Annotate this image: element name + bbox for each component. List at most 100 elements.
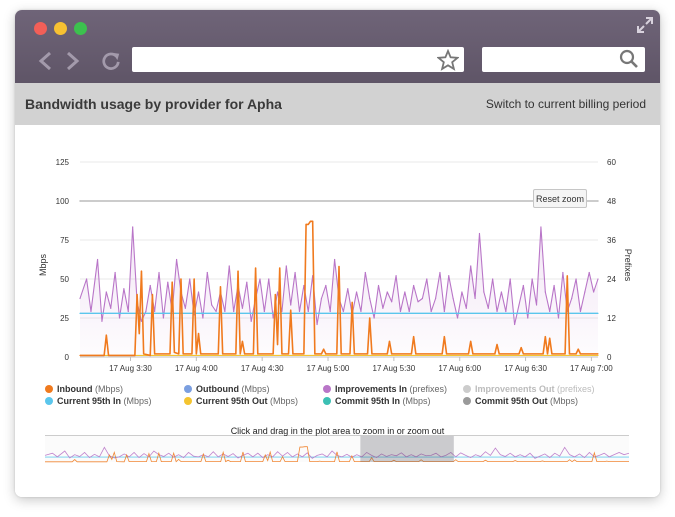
data-point bbox=[382, 307, 384, 309]
switch-billing-period-link[interactable]: Switch to current billing period bbox=[486, 97, 646, 111]
data-point bbox=[540, 226, 542, 228]
data-point bbox=[252, 353, 254, 355]
data-point bbox=[197, 291, 200, 293]
data-point bbox=[136, 294, 138, 296]
maximize-window-button[interactable] bbox=[74, 22, 87, 35]
data-point bbox=[336, 353, 338, 355]
legend-swatch bbox=[323, 397, 331, 405]
data-point bbox=[241, 307, 244, 309]
navigator-selection bbox=[360, 436, 454, 462]
data-point bbox=[366, 353, 369, 355]
data-point bbox=[114, 271, 116, 274]
search-icon[interactable] bbox=[619, 49, 639, 69]
reset-zoom-button[interactable]: Reset zoom bbox=[533, 189, 587, 208]
data-point bbox=[360, 310, 362, 313]
data-point bbox=[597, 354, 599, 357]
data-point bbox=[281, 353, 283, 355]
back-arrow-icon[interactable] bbox=[38, 51, 52, 71]
legend-item-commit-95th-in[interactable]: Commit 95th In (Mbps) bbox=[323, 396, 431, 406]
legend-swatch bbox=[45, 385, 53, 393]
data-point bbox=[290, 309, 292, 311]
data-point bbox=[391, 353, 393, 355]
data-point bbox=[498, 353, 500, 355]
data-point bbox=[535, 304, 538, 306]
data-point bbox=[531, 278, 533, 280]
forward-arrow-icon[interactable] bbox=[66, 51, 80, 71]
data-point bbox=[371, 353, 373, 355]
data-point bbox=[518, 353, 520, 355]
x-tick-label: 17 Aug 5:30 bbox=[373, 364, 416, 373]
data-point bbox=[571, 297, 573, 300]
bookmark-star-icon[interactable] bbox=[437, 49, 459, 71]
data-point bbox=[79, 312, 81, 314]
legend-item-commit-95th-out[interactable]: Commit 95th Out (Mbps) bbox=[463, 396, 578, 406]
data-point bbox=[149, 284, 151, 287]
legend-label: Improvements In bbox=[335, 384, 408, 394]
reload-icon[interactable] bbox=[100, 51, 122, 71]
series-current-95th-in bbox=[79, 312, 599, 315]
data-point bbox=[520, 347, 522, 349]
data-point bbox=[467, 353, 470, 355]
y2-tick-label: 0 bbox=[607, 353, 612, 362]
data-point bbox=[246, 281, 248, 283]
data-point bbox=[496, 310, 498, 313]
data-point bbox=[465, 307, 467, 309]
data-point bbox=[522, 353, 524, 355]
y2-tick-label: 60 bbox=[607, 158, 616, 167]
legend-item-current-95th-in[interactable]: Current 95th In (Mbps) bbox=[45, 396, 152, 406]
minimize-window-button[interactable] bbox=[54, 22, 67, 35]
data-point bbox=[309, 220, 312, 222]
legend-label: Outbound bbox=[196, 384, 239, 394]
data-point bbox=[575, 353, 577, 355]
data-point bbox=[107, 354, 110, 357]
data-point bbox=[140, 320, 143, 322]
data-point bbox=[421, 297, 424, 300]
data-point bbox=[546, 353, 549, 355]
data-point bbox=[434, 297, 437, 300]
y2-tick-label: 48 bbox=[607, 197, 616, 206]
y-axis-label-prefixes: Prefixes bbox=[623, 249, 633, 282]
legend-label: Inbound bbox=[57, 384, 93, 394]
data-point bbox=[215, 310, 217, 313]
data-point bbox=[329, 310, 331, 313]
url-field[interactable] bbox=[132, 47, 464, 72]
data-point bbox=[145, 310, 147, 313]
page-title: Bandwidth usage by provider for Apha bbox=[25, 96, 282, 112]
legend-item-outbound[interactable]: Outbound (Mbps) bbox=[184, 384, 270, 394]
legend-label: Improvements Out bbox=[475, 384, 555, 394]
data-point bbox=[478, 232, 481, 235]
data-point bbox=[404, 291, 406, 293]
data-point bbox=[235, 353, 237, 355]
legend-item-improvements-out[interactable]: Improvements Out (prefixes) bbox=[463, 384, 595, 394]
data-point bbox=[307, 223, 309, 225]
data-point bbox=[162, 317, 165, 319]
data-point bbox=[470, 265, 472, 267]
data-point bbox=[579, 353, 582, 355]
legend-item-current-95th-out[interactable]: Current 95th Out (Mbps) bbox=[184, 396, 298, 406]
data-point bbox=[169, 353, 171, 355]
legend-item-improvements-in[interactable]: Improvements In (prefixes) bbox=[323, 384, 447, 394]
data-point bbox=[138, 333, 140, 335]
data-point bbox=[206, 271, 208, 274]
bandwidth-chart[interactable]: 0255075100125 01224364860 17 Aug 3:30 17 … bbox=[15, 125, 660, 497]
data-point bbox=[410, 353, 413, 355]
navigator[interactable] bbox=[44, 435, 630, 463]
data-point bbox=[259, 278, 261, 280]
close-window-button[interactable] bbox=[34, 22, 47, 35]
data-point bbox=[487, 307, 489, 309]
fullscreen-icon[interactable] bbox=[636, 16, 654, 34]
page-header: Bandwidth usage by provider for Apha Swi… bbox=[15, 83, 660, 125]
data-point bbox=[334, 258, 336, 261]
data-point bbox=[224, 310, 226, 313]
data-point bbox=[307, 310, 309, 313]
legend-item-inbound[interactable]: Inbound (Mbps) bbox=[45, 384, 123, 394]
legend-swatch bbox=[323, 385, 331, 393]
data-point bbox=[191, 353, 193, 355]
data-point bbox=[584, 291, 586, 293]
data-point bbox=[355, 291, 358, 293]
data-point bbox=[579, 310, 582, 313]
data-point bbox=[79, 297, 81, 300]
legend-unit: (prefixes) bbox=[557, 384, 595, 394]
data-point bbox=[320, 297, 323, 300]
data-point bbox=[182, 353, 184, 355]
